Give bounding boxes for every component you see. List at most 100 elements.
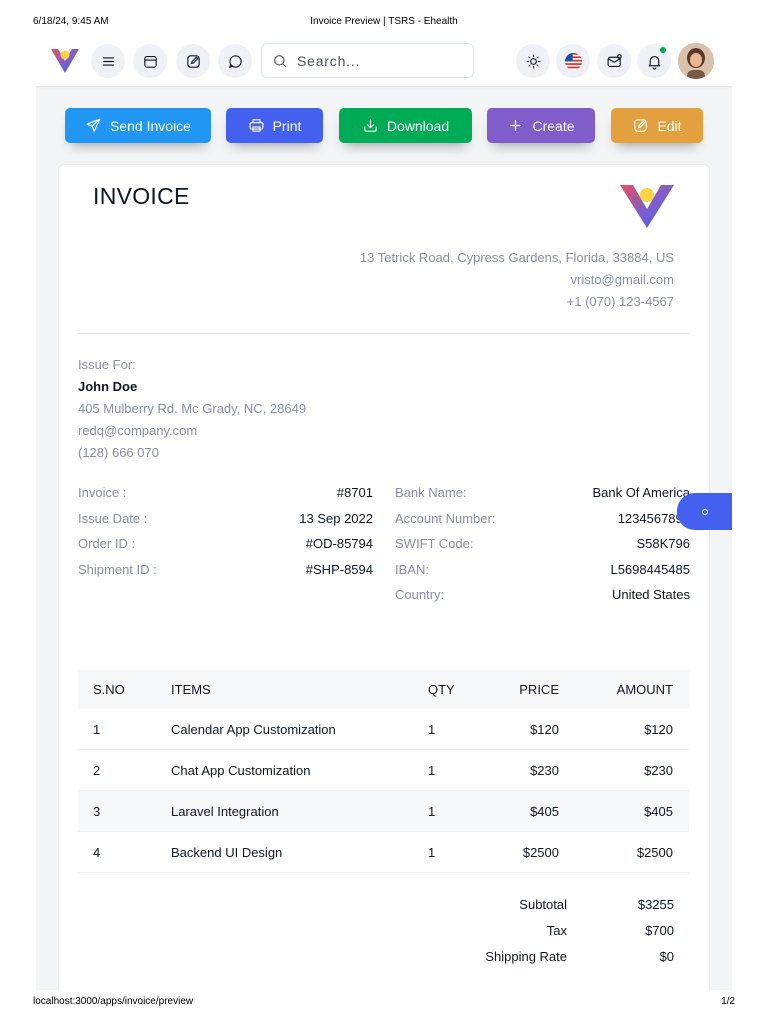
avatar-image — [678, 43, 714, 79]
country-value: United States — [611, 587, 690, 602]
search-input[interactable] — [297, 52, 467, 69]
app-frame: Send Invoice Print Download Create Edit … — [36, 36, 732, 990]
iban-value: L5698445485 — [610, 562, 690, 577]
print-page-title: Invoice Preview | TSRS - Ehealth — [310, 16, 458, 27]
row-qty: 1 — [428, 844, 436, 860]
shipment-id-label: Shipment ID : — [78, 562, 157, 577]
settings-icon — [701, 508, 708, 515]
us-flag-icon — [564, 52, 582, 70]
row-price: $2500 — [522, 844, 559, 860]
edit-icon — [186, 54, 200, 68]
search-icon — [274, 54, 286, 67]
column-header-sno: S.NO — [93, 682, 125, 697]
row-item: Chat App Customization — [171, 762, 311, 778]
swift-code-label: SWIFT Code: — [395, 536, 474, 551]
print-header: 6/18/24, 9:45 AM Invoice Preview | TSRS … — [0, 16, 768, 30]
bell-icon — [648, 55, 660, 69]
invoice-card: INVOICE 13 Tetrick Road, Cypress Gardens… — [59, 165, 709, 990]
row-sno: 2 — [93, 762, 101, 778]
issue-date-label: Issue Date : — [78, 511, 148, 526]
bank-name-value: Bank Of America — [592, 485, 690, 500]
subtotal-label: Subtotal — [519, 897, 567, 912]
column-header-price: PRICE — [519, 682, 559, 697]
row-sno: 4 — [93, 844, 101, 860]
sun-icon — [526, 54, 540, 68]
notification-dot — [660, 47, 666, 53]
send-invoice-label: Send Invoice — [110, 117, 191, 134]
row-item: Laravel Integration — [171, 803, 279, 819]
header-divider — [78, 333, 689, 334]
tax-value: $700 — [645, 923, 674, 938]
company-address: 13 Tetrick Road, Cypress Gardens, Florid… — [359, 250, 674, 265]
invoice-logo-icon — [620, 185, 674, 228]
send-invoice-button[interactable]: Send Invoice — [65, 108, 211, 143]
edit-button[interactable]: Edit — [611, 108, 703, 143]
subtotal-value: $3255 — [637, 897, 674, 912]
row-amount: $120 — [644, 721, 673, 737]
row-amount: $230 — [644, 762, 673, 778]
issue-for-label: Issue For: — [78, 357, 136, 372]
order-id-label: Order ID : — [78, 536, 136, 551]
country-label: Country: — [395, 587, 445, 602]
row-sno: 1 — [93, 721, 101, 737]
edit-label: Edit — [657, 117, 682, 134]
company-phone: +1 (070) 123-4567 — [566, 294, 674, 309]
printer-icon — [249, 119, 264, 132]
row-qty: 1 — [428, 762, 436, 778]
plus-icon — [510, 119, 522, 132]
table-row: 4 Backend UI Design 1 $2500 $2500 — [78, 832, 689, 873]
todo-button[interactable] — [176, 44, 210, 78]
table-row: 1 Calendar App Customization 1 $120 $120 — [78, 709, 689, 750]
mail-icon — [607, 53, 622, 67]
column-header-amount: AMOUNT — [616, 682, 673, 697]
account-number-label: Account Number: — [395, 511, 496, 526]
menu-toggle-button[interactable] — [91, 44, 125, 78]
client-name: John Doe — [78, 379, 138, 394]
column-header-items: ITEMS — [171, 682, 211, 697]
search-bar[interactable] — [261, 43, 474, 78]
shipment-id-value: #SHP-8594 — [305, 562, 373, 577]
calendar-button[interactable] — [133, 44, 167, 78]
invoice-title: INVOICE — [93, 183, 190, 209]
row-price: $230 — [530, 762, 559, 778]
table-row: 3 Laravel Integration 1 $405 $405 — [78, 791, 689, 832]
download-icon — [364, 119, 377, 132]
calendar-icon — [143, 55, 157, 68]
shipping-rate-label: Shipping Rate — [485, 949, 567, 964]
table-row: 2 Chat App Customization 1 $230 $230 — [78, 750, 689, 791]
iban-label: IBAN: — [395, 562, 429, 577]
print-button[interactable]: Print — [226, 108, 323, 143]
download-button[interactable]: Download — [339, 108, 472, 143]
print-page-number: 1/2 — [721, 996, 735, 1007]
notifications-button[interactable] — [637, 44, 671, 78]
invoice-number-label: Invoice : — [78, 485, 127, 500]
user-avatar[interactable] — [678, 43, 714, 79]
top-navbar — [36, 36, 732, 86]
create-button[interactable]: Create — [487, 108, 595, 143]
messages-button[interactable] — [597, 44, 631, 78]
theme-customizer-button[interactable] — [677, 493, 732, 530]
table-header-row: S.NO ITEMS QTY PRICE AMOUNT — [78, 670, 689, 709]
tax-label: Tax — [546, 923, 567, 938]
menu-icon — [102, 56, 114, 66]
shipping-rate-value: $0 — [659, 949, 674, 964]
invoice-number-value: #8701 — [336, 485, 373, 500]
row-sno: 3 — [93, 803, 101, 819]
client-email: redq@company.com — [78, 423, 198, 438]
row-item: Backend UI Design — [171, 844, 283, 860]
chat-button[interactable] — [218, 44, 252, 78]
language-button[interactable] — [556, 44, 590, 78]
items-table: S.NO ITEMS QTY PRICE AMOUNT 1 Calendar A… — [78, 670, 689, 873]
row-qty: 1 — [428, 803, 436, 819]
chat-icon — [228, 54, 242, 68]
print-label: Print — [272, 117, 302, 134]
theme-toggle-button[interactable] — [516, 44, 550, 78]
row-amount: $2500 — [636, 844, 673, 860]
print-url: localhost:3000/apps/invoice/preview — [33, 996, 194, 1007]
swift-code-value: S58K796 — [636, 536, 691, 551]
issue-date-value: 13 Sep 2022 — [299, 511, 373, 526]
row-amount: $405 — [644, 803, 673, 819]
print-footer: localhost:3000/apps/invoice/preview 1/2 — [0, 996, 768, 1010]
order-id-value: #OD-85794 — [305, 536, 373, 551]
brand-logo-icon[interactable] — [50, 46, 80, 74]
